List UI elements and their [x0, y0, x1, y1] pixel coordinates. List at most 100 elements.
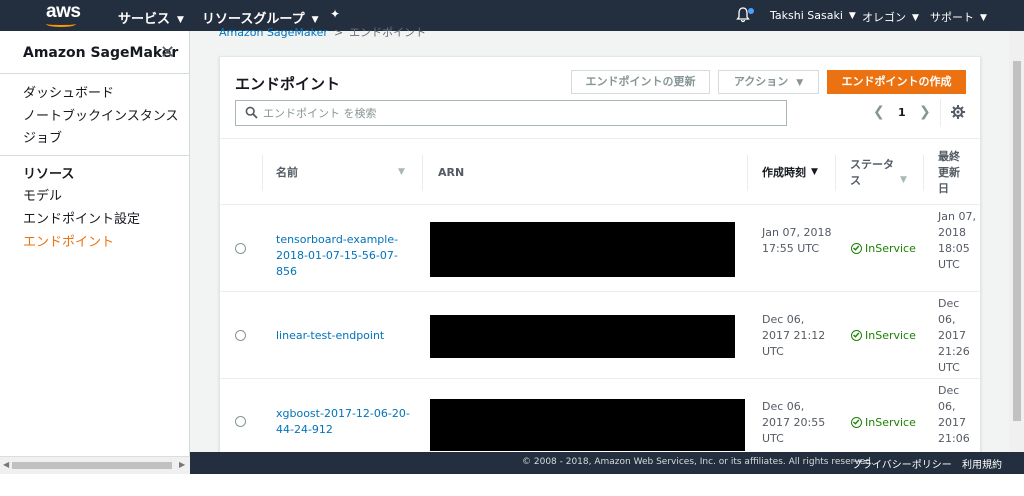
table-row[interactable]: tensorboard-example-2018-01-07-15-56-07-… — [220, 205, 980, 292]
table-row[interactable]: xgboost-2017-12-06-20-44-24-912 Dec 06, … — [220, 379, 980, 455]
status-badge: InService — [851, 242, 916, 255]
footer: © 2008 - 2018, Amazon Web Services, Inc.… — [190, 452, 1024, 474]
column-header-name[interactable]: 名前 — [276, 165, 298, 181]
created-time: Dec 06, 2017 21:12 UTC — [762, 313, 826, 358]
search-box — [235, 100, 787, 126]
arn-redacted — [430, 222, 735, 277]
privacy-policy-link[interactable]: プライバシーポリシー — [852, 456, 952, 471]
scroll-left-icon[interactable]: ◀ — [3, 460, 9, 469]
column-divider — [747, 155, 748, 191]
column-header-created[interactable]: 作成時刻 — [762, 165, 806, 181]
sidebar-title: Amazon SageMaker — [23, 45, 179, 61]
next-page-icon[interactable]: ❯ — [919, 104, 931, 120]
endpoints-panel: エンドポイント エンドポイントの更新 アクション ▼ エンドポイントの作成 ❮ 1… — [219, 56, 981, 456]
status-badge: InService — [851, 416, 916, 429]
copyright-text: © 2008 - 2018, Amazon Web Services, Inc.… — [522, 457, 874, 467]
row-select-radio[interactable] — [235, 416, 246, 427]
chevron-down-icon: ▼ — [796, 78, 804, 88]
create-endpoint-button[interactable]: エンドポイントの作成 — [827, 70, 966, 94]
actions-dropdown[interactable]: アクション ▼ — [718, 70, 819, 94]
previous-page-icon[interactable]: ❮ — [873, 104, 885, 120]
scroll-right-icon[interactable]: ▶ — [179, 460, 185, 469]
region-menu[interactable]: オレゴン ▼ — [862, 9, 919, 25]
actions-label: アクション — [733, 75, 789, 88]
status-text: InService — [865, 329, 916, 342]
top-nav-bar: aws サービス ▼ リソースグループ ▼ ✦ Takshi Sasaki ▼ オレゴ… — [0, 0, 1024, 31]
aws-logo-smile-icon — [46, 21, 76, 27]
arn-redacted — [430, 399, 745, 451]
table-header: 名前 ▼ ARN 作成時刻 ▼ ステータス ▼ 最終更新日 — [220, 138, 980, 205]
chevron-down-icon: ▼ — [177, 15, 184, 25]
created-time: Dec 06, 2017 20:55 UTC — [762, 400, 826, 445]
breadcrumb-current: エンドポイント — [349, 26, 427, 39]
close-icon[interactable]: ✕ — [160, 42, 175, 63]
endpoint-name-link[interactable]: linear-test-endpoint — [276, 328, 416, 344]
scrollbar-thumb[interactable] — [12, 462, 172, 469]
column-header-status[interactable]: ステータス — [850, 157, 902, 189]
search-input[interactable] — [263, 104, 763, 122]
status-text: InService — [865, 242, 916, 255]
column-divider — [262, 155, 263, 191]
support-label: サポート — [930, 11, 974, 24]
column-divider — [923, 155, 924, 191]
chevron-down-icon: ▼ — [980, 13, 987, 23]
check-circle-icon — [851, 417, 862, 428]
services-menu-label: サービス — [118, 12, 171, 27]
breadcrumb-root[interactable]: Amazon SageMaker — [219, 26, 328, 39]
page-title: エンドポイント — [235, 75, 341, 93]
user-menu[interactable]: Takshi Sasaki ▼ — [770, 9, 856, 22]
sidebar-item-endpoints[interactable]: エンドポイント — [23, 231, 114, 250]
endpoint-name-link[interactable]: tensorboard-example-2018-01-07-15-56-07-… — [276, 232, 416, 280]
sidebar-divider — [0, 73, 189, 74]
status-text: InService — [865, 416, 916, 429]
support-menu[interactable]: サポート ▼ — [930, 9, 987, 25]
sidebar: Amazon SageMaker ✕ ダッシュボード ノートブックインスタンス … — [0, 31, 190, 456]
search-icon — [245, 106, 258, 119]
pager-divider — [940, 99, 941, 127]
sidebar-item-dashboard[interactable]: ダッシュボード — [23, 82, 114, 101]
column-header-arn[interactable]: ARN — [438, 165, 464, 181]
sort-descending-icon[interactable]: ▼ — [811, 167, 818, 177]
notification-dot — [748, 8, 754, 14]
updated-time: Jan 07, 2018 18:05 UTC — [938, 210, 976, 271]
sidebar-item-endpoint-configs[interactable]: エンドポイント設定 — [23, 208, 140, 227]
endpoint-name-link[interactable]: xgboost-2017-12-06-20-44-24-912 — [276, 406, 416, 438]
aws-logo[interactable]: aws — [46, 1, 81, 23]
created-time: Jan 07, 2018 17:55 UTC — [762, 226, 832, 255]
chevron-down-icon: ▼ — [848, 11, 856, 21]
check-circle-icon — [851, 330, 862, 341]
bottom-strip — [0, 474, 1024, 496]
page-number[interactable]: 1 — [898, 106, 906, 119]
sort-icon[interactable]: ▼ — [900, 175, 907, 185]
sidebar-divider — [0, 155, 189, 156]
update-endpoint-button[interactable]: エンドポイントの更新 — [571, 70, 710, 94]
check-circle-icon — [851, 243, 862, 254]
column-divider — [835, 155, 836, 191]
row-select-radio[interactable] — [235, 243, 246, 254]
sort-icon[interactable]: ▼ — [398, 167, 405, 177]
row-select-radio[interactable] — [235, 330, 246, 341]
status-badge: InService — [851, 329, 916, 342]
updated-time: Dec 06, 2017 21:26 UTC — [938, 297, 970, 374]
sidebar-section-resources: リソース — [23, 167, 75, 182]
table-row[interactable]: linear-test-endpoint Dec 06, 2017 21:12 … — [220, 292, 980, 379]
sidebar-item-jobs[interactable]: ジョブ — [23, 127, 62, 146]
terms-link[interactable]: 利用規約 — [962, 456, 1002, 471]
column-header-updated[interactable]: 最終更新日 — [938, 149, 962, 197]
sidebar-item-notebook-instances[interactable]: ノートブックインスタンス — [23, 105, 178, 124]
sidebar-item-models[interactable]: モデル — [23, 185, 62, 204]
column-divider — [422, 155, 423, 191]
region-name: オレゴン — [862, 11, 906, 24]
sidebar-horizontal-scrollbar[interactable]: ◀ ▶ — [0, 456, 190, 474]
chevron-right-icon: > — [333, 26, 344, 39]
scrollbar-thumb[interactable] — [1013, 61, 1021, 421]
updated-time: Dec 06, 2017 21:06 — [938, 384, 970, 445]
chevron-down-icon: ▼ — [912, 13, 919, 23]
page-vertical-scrollbar[interactable] — [1009, 31, 1024, 456]
gear-icon[interactable] — [951, 105, 965, 119]
services-menu[interactable]: サービス ▼ — [118, 8, 184, 27]
breadcrumb: Amazon SageMaker > エンドポイント — [219, 24, 426, 40]
user-name: Takshi Sasaki — [770, 9, 843, 22]
arn-redacted — [430, 315, 735, 358]
pin-icon[interactable]: ✦ — [330, 7, 340, 21]
